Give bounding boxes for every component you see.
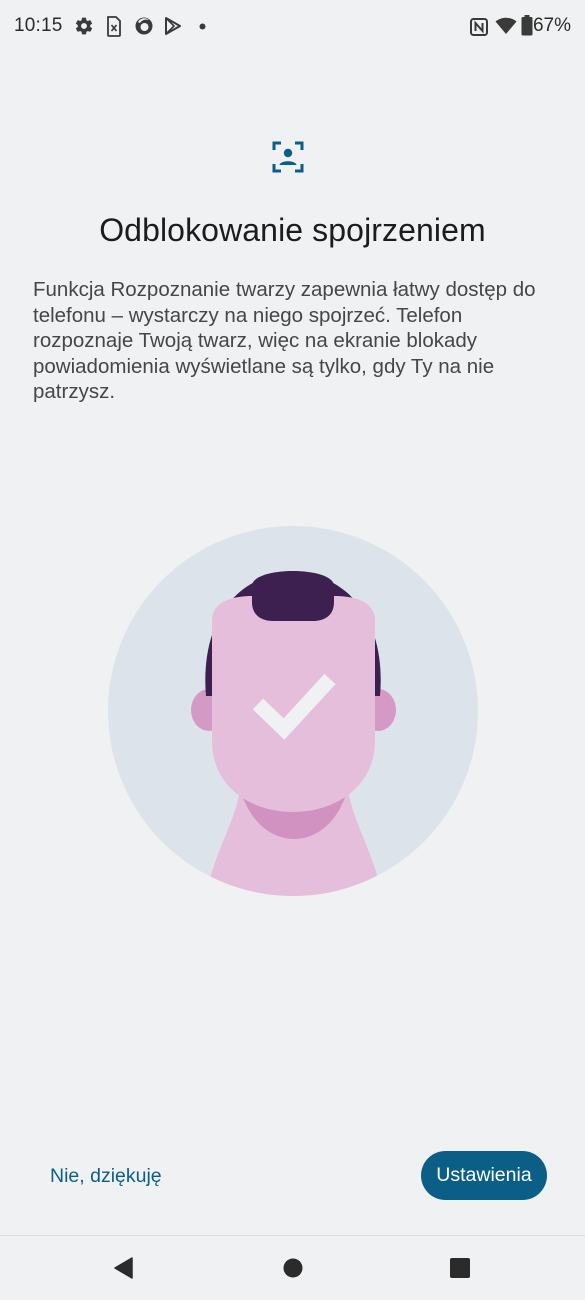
back-icon[interactable] <box>112 1256 136 1280</box>
face-recognized-illustration <box>108 526 478 896</box>
recents-icon[interactable] <box>448 1256 472 1280</box>
page-description: Funkcja Rozpoznanie twarzy zapewnia łatw… <box>33 278 536 403</box>
home-icon[interactable] <box>281 1256 305 1280</box>
illustration-face <box>212 596 375 812</box>
battery-icon <box>521 15 533 36</box>
status-bar: 10:15 67% <box>0 0 585 56</box>
sim-card-icon <box>107 16 121 37</box>
face-scan-icon <box>272 141 304 173</box>
page-title: Odblokowanie spojrzeniem <box>99 212 486 248</box>
wifi-icon <box>495 17 517 34</box>
play-store-icon <box>165 17 181 35</box>
nfc-icon <box>470 18 488 36</box>
no-thanks-button[interactable]: Nie, dziękuję <box>36 1152 176 1200</box>
navigation-bar <box>0 1236 585 1300</box>
settings-button[interactable]: Ustawienia <box>421 1151 547 1200</box>
firefox-icon <box>135 17 153 35</box>
notification-dot-icon <box>199 23 206 30</box>
settings-icon <box>75 17 93 35</box>
battery-percentage: 67% <box>532 15 571 36</box>
status-time: 10:15 <box>14 15 63 36</box>
